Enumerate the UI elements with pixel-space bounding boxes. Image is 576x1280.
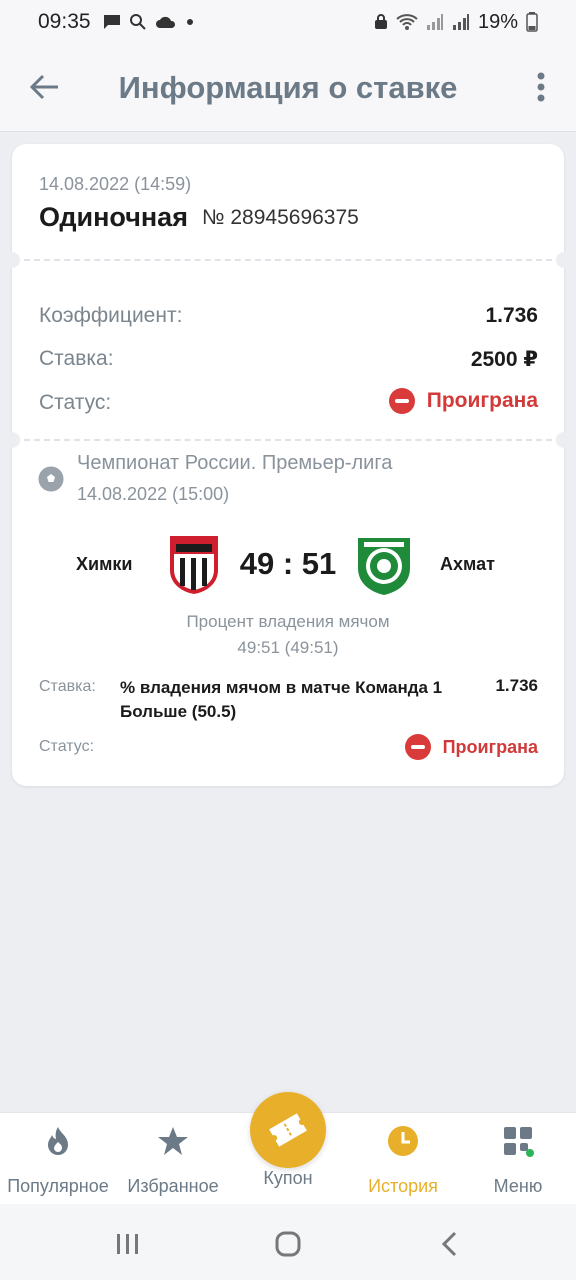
minus-circle-icon bbox=[404, 734, 431, 760]
cloud-icon bbox=[155, 16, 175, 28]
card-notch bbox=[4, 432, 20, 448]
event-stake-label: Ставка: bbox=[39, 678, 96, 695]
battery-icon bbox=[526, 12, 538, 32]
nav-label: Избранное bbox=[127, 1176, 219, 1196]
bet-card: 14.08.2022 (14:59) Одиночная № 289456963… bbox=[4, 144, 572, 786]
page-title: Информация о ставке bbox=[118, 70, 458, 105]
card-notch bbox=[556, 432, 572, 448]
stake-label: Ставка: bbox=[39, 347, 114, 370]
card-notch bbox=[4, 252, 20, 268]
stake-value: 2500 ₽ bbox=[470, 348, 538, 371]
event-status-value: Проиграна bbox=[442, 736, 538, 757]
akhmat-logo-icon bbox=[358, 538, 410, 595]
league-name: Чемпионат России. Премьер-лига bbox=[77, 452, 393, 474]
away-team: Ахмат bbox=[440, 554, 495, 574]
fire-icon bbox=[48, 1127, 68, 1155]
app-bar: Информация о ставке bbox=[0, 44, 576, 132]
nav-item-popular[interactable]: Популярное bbox=[0, 1125, 116, 1197]
status-value: Проиграна bbox=[426, 389, 538, 412]
bet-type: Одиночная bbox=[39, 202, 188, 232]
status-label: Статус: bbox=[39, 391, 112, 414]
lock-icon bbox=[374, 14, 387, 29]
back-nav-icon[interactable] bbox=[438, 1230, 462, 1258]
market-score: 49:51 (49:51) bbox=[237, 638, 339, 657]
signal-icon bbox=[426, 14, 443, 30]
bet-number: № 28945696375 bbox=[202, 206, 359, 229]
event-stake-description: % владения мячом в матче Команда 1 Больш… bbox=[120, 678, 443, 721]
signal-icon bbox=[452, 14, 469, 30]
message-icon bbox=[103, 15, 120, 29]
market-name: Процент владения мячом bbox=[186, 612, 390, 631]
minus-circle-icon bbox=[388, 388, 415, 414]
grid-icon bbox=[504, 1127, 534, 1157]
status-bar: 09:35 19% bbox=[0, 0, 576, 44]
dot-icon bbox=[186, 19, 193, 25]
football-icon bbox=[38, 466, 64, 492]
battery-level: 19% bbox=[477, 10, 518, 33]
coefficient-value: 1.736 bbox=[485, 304, 538, 327]
star-icon bbox=[158, 1127, 188, 1155]
status-time: 09:35 bbox=[38, 10, 91, 33]
event-stake-odds: 1.736 bbox=[495, 676, 538, 695]
clock-icon bbox=[388, 1126, 418, 1156]
event-status-badge: Проиграна bbox=[404, 734, 538, 760]
dashed-divider bbox=[24, 439, 552, 441]
event-status-label: Статус: bbox=[39, 738, 95, 755]
nav-label-coupon: Купон bbox=[263, 1168, 313, 1188]
recent-apps-icon[interactable] bbox=[114, 1232, 142, 1256]
card-notch bbox=[556, 252, 572, 268]
dashed-divider bbox=[24, 259, 552, 261]
status-badge: Проиграна bbox=[388, 388, 538, 414]
more-vertical-icon[interactable] bbox=[536, 72, 546, 102]
home-icon[interactable] bbox=[274, 1230, 302, 1258]
coupon-button[interactable] bbox=[250, 1092, 326, 1168]
nav-label: История bbox=[368, 1176, 438, 1196]
ticket-icon bbox=[269, 1113, 307, 1147]
nav-label: Популярное bbox=[7, 1176, 109, 1196]
nav-item-favorites[interactable]: Избранное bbox=[115, 1125, 231, 1197]
nav-item-menu[interactable]: Меню bbox=[460, 1125, 576, 1197]
system-nav-bar bbox=[0, 1204, 576, 1280]
nav-label: Меню bbox=[493, 1176, 543, 1196]
nav-item-history[interactable]: История bbox=[345, 1125, 461, 1197]
wifi-icon bbox=[396, 14, 418, 30]
search-icon bbox=[129, 14, 146, 30]
event-date: 14.08.2022 (15:00) bbox=[77, 484, 230, 504]
coefficient-label: Коэффициент: bbox=[39, 304, 183, 327]
bet-date: 14.08.2022 (14:59) bbox=[39, 174, 192, 194]
